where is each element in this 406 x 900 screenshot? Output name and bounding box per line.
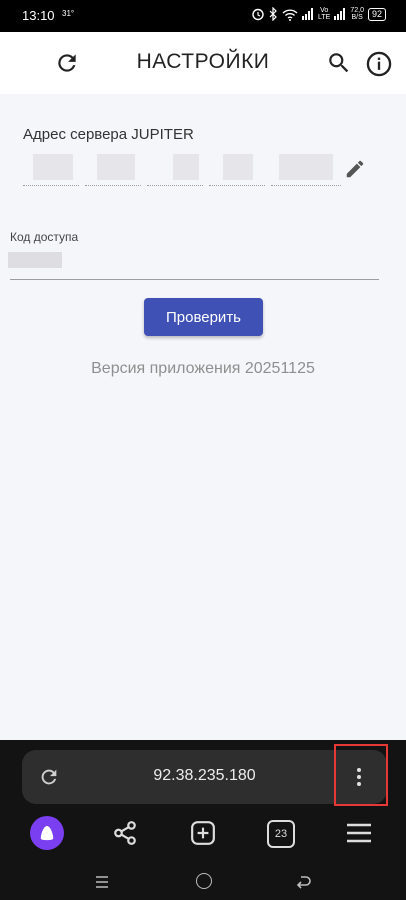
access-code-label: Код доступа bbox=[10, 230, 79, 244]
system-navigation-bar bbox=[0, 864, 406, 900]
network-type: Vo LTE bbox=[318, 7, 331, 21]
status-time: 13:10 bbox=[22, 8, 55, 23]
home-icon[interactable] bbox=[196, 873, 212, 889]
signal-icon-1 bbox=[302, 8, 314, 20]
tabs-counter-button[interactable]: 23 bbox=[267, 820, 295, 848]
url-bar[interactable]: 92.38.235.180 bbox=[22, 750, 387, 804]
server-address-segment bbox=[209, 150, 265, 186]
app-header: НАСТРОЙКИ bbox=[0, 32, 406, 94]
server-address-field[interactable] bbox=[23, 150, 341, 186]
browser-toolbar: 92.38.235.180 23 bbox=[0, 740, 406, 900]
status-icons: Vo LTE 72,0 B/S 92 bbox=[251, 7, 386, 21]
status-bar: 13:10 31° Vo LTE 72,0 B/S 92 bbox=[0, 0, 406, 32]
status-temperature: 31° bbox=[62, 9, 75, 18]
check-button[interactable]: Проверить bbox=[144, 298, 263, 336]
bluetooth-icon bbox=[269, 7, 277, 21]
server-address-segment bbox=[85, 150, 141, 186]
hamburger-menu-icon[interactable] bbox=[346, 821, 372, 845]
browser-nav-row: 23 bbox=[0, 812, 406, 856]
search-icon[interactable] bbox=[326, 50, 352, 76]
back-icon[interactable] bbox=[296, 874, 312, 890]
alice-assistant-button[interactable] bbox=[30, 816, 64, 850]
access-code-underline bbox=[10, 279, 379, 280]
wifi-icon bbox=[282, 8, 298, 21]
server-address-segment bbox=[23, 150, 79, 186]
network-speed: 72,0 B/S bbox=[350, 7, 364, 21]
recent-apps-icon[interactable] bbox=[94, 874, 110, 890]
url-text[interactable]: 92.38.235.180 bbox=[22, 767, 387, 785]
edit-pencil-icon[interactable] bbox=[344, 158, 366, 180]
settings-page: НАСТРОЙКИ Адрес сервера JUPITER Код дост… bbox=[0, 32, 406, 740]
alarm-icon bbox=[252, 8, 264, 21]
signal-icon-2 bbox=[334, 8, 346, 20]
server-address-segment bbox=[147, 150, 203, 186]
access-code-input[interactable] bbox=[8, 252, 62, 268]
share-icon[interactable] bbox=[112, 820, 138, 846]
alice-icon bbox=[40, 826, 54, 841]
info-icon[interactable] bbox=[365, 50, 393, 78]
highlight-box bbox=[334, 744, 388, 806]
battery-indicator: 92 bbox=[367, 7, 386, 21]
new-tab-icon[interactable] bbox=[190, 820, 216, 846]
server-address-segment bbox=[271, 150, 341, 186]
app-version: Версия приложения 20251125 bbox=[91, 360, 315, 377]
server-address-label: Адрес сервера JUPITER bbox=[23, 126, 194, 143]
